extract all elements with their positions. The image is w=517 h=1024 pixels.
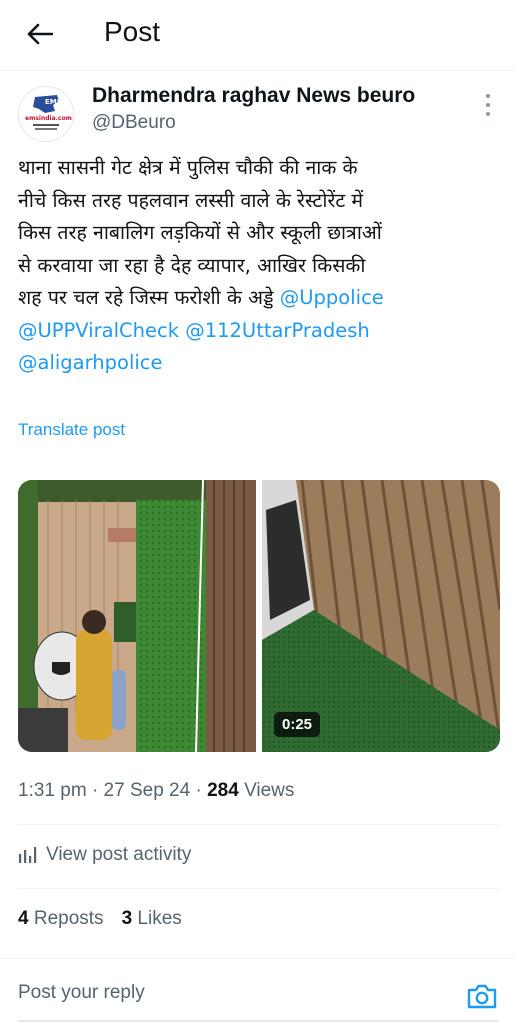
post-text-line: @aligarhpolice [18,347,503,380]
bottom-edge [18,1020,498,1022]
likes-stat[interactable]: 3 Likes [122,908,182,930]
mention-link[interactable]: @112UttarPradesh [185,319,370,342]
reply-input[interactable]: Post your reply [18,982,145,1004]
view-post-activity-button[interactable]: View post activity [18,844,191,866]
author-handle[interactable]: @DBeuro [92,112,176,134]
mention-link[interactable]: @aligarhpolice [18,351,163,374]
translate-post-link[interactable]: Translate post [18,420,125,440]
media-grid: 0:25 [18,480,500,752]
meta-separator: · [91,780,99,801]
header-divider [0,70,517,71]
views-count: 284 [207,780,239,801]
avatar[interactable]: EMS emsindia.com [18,86,74,142]
camera-button[interactable] [466,982,498,1010]
more-vertical-icon [486,103,490,107]
divider [0,958,517,959]
mention-link[interactable]: @UPPViralCheck [18,319,179,342]
svg-text:EMS: EMS [45,98,62,106]
post-text-line: नीचे किस तरह पहलवान लस्सी वाले के रेस्टो… [18,188,364,212]
view-post-activity-label: View post activity [46,844,192,865]
media-photo[interactable] [18,480,256,752]
post-timestamp: 1:31 pm · 27 Sep 24 · 284 Views [18,780,294,802]
likes-count: 3 [121,908,133,929]
video-duration-badge: 0:25 [274,712,321,737]
camera-icon [467,984,497,1009]
svg-text:emsindia.com: emsindia.com [25,115,72,122]
bar-chart-icon [19,847,37,863]
page-title: Post [104,16,161,47]
likes-label: Likes [137,908,182,929]
ems-logo-icon: EMS emsindia.com [19,87,73,141]
views-label: Views [244,780,295,801]
divider [18,888,500,889]
meta-separator: · [195,780,202,801]
post-text: थाना सासनी गेट क्षेत्र में पुलिस चौकी की… [18,152,503,380]
author-display-name[interactable]: Dharmendra raghav News beuro [92,84,415,108]
post-time[interactable]: 1:31 pm [18,780,87,801]
more-options-button[interactable] [478,94,498,116]
mention-link[interactable]: @Uppolice [280,286,384,309]
reposts-stat[interactable]: 4 Reposts [18,908,104,930]
post-text-line: से करवाया जा रहा है देह व्यापार, आखिर कि… [18,253,366,277]
post-text-line: @UPPViralCheck @112UttarPradesh [18,315,503,348]
back-button[interactable] [24,18,56,50]
photo-image [18,480,256,752]
engagement-stats: 4 Reposts 3 Likes [18,908,182,930]
post-date[interactable]: 27 Sep 24 [104,780,191,801]
more-vertical-icon [486,94,490,98]
top-bar: Post [0,0,517,68]
arrow-left-icon [27,23,53,45]
reposts-count: 4 [18,908,29,929]
post-text-line: थाना सासनी गेट क्षेत्र में पुलिस चौकी की… [18,156,358,179]
reposts-label: Reposts [33,908,104,929]
divider [18,824,500,825]
post-text-segment: शह पर चल रहे जिस्म फरोशी के अड्डे [18,286,280,309]
post-text-line: किस तरह नाबालिग लड़कियों से और स्कूली छा… [18,221,382,244]
more-vertical-icon [486,112,490,116]
post-text-line: शह पर चल रहे जिस्म फरोशी के अड्डे @Uppol… [18,282,503,315]
